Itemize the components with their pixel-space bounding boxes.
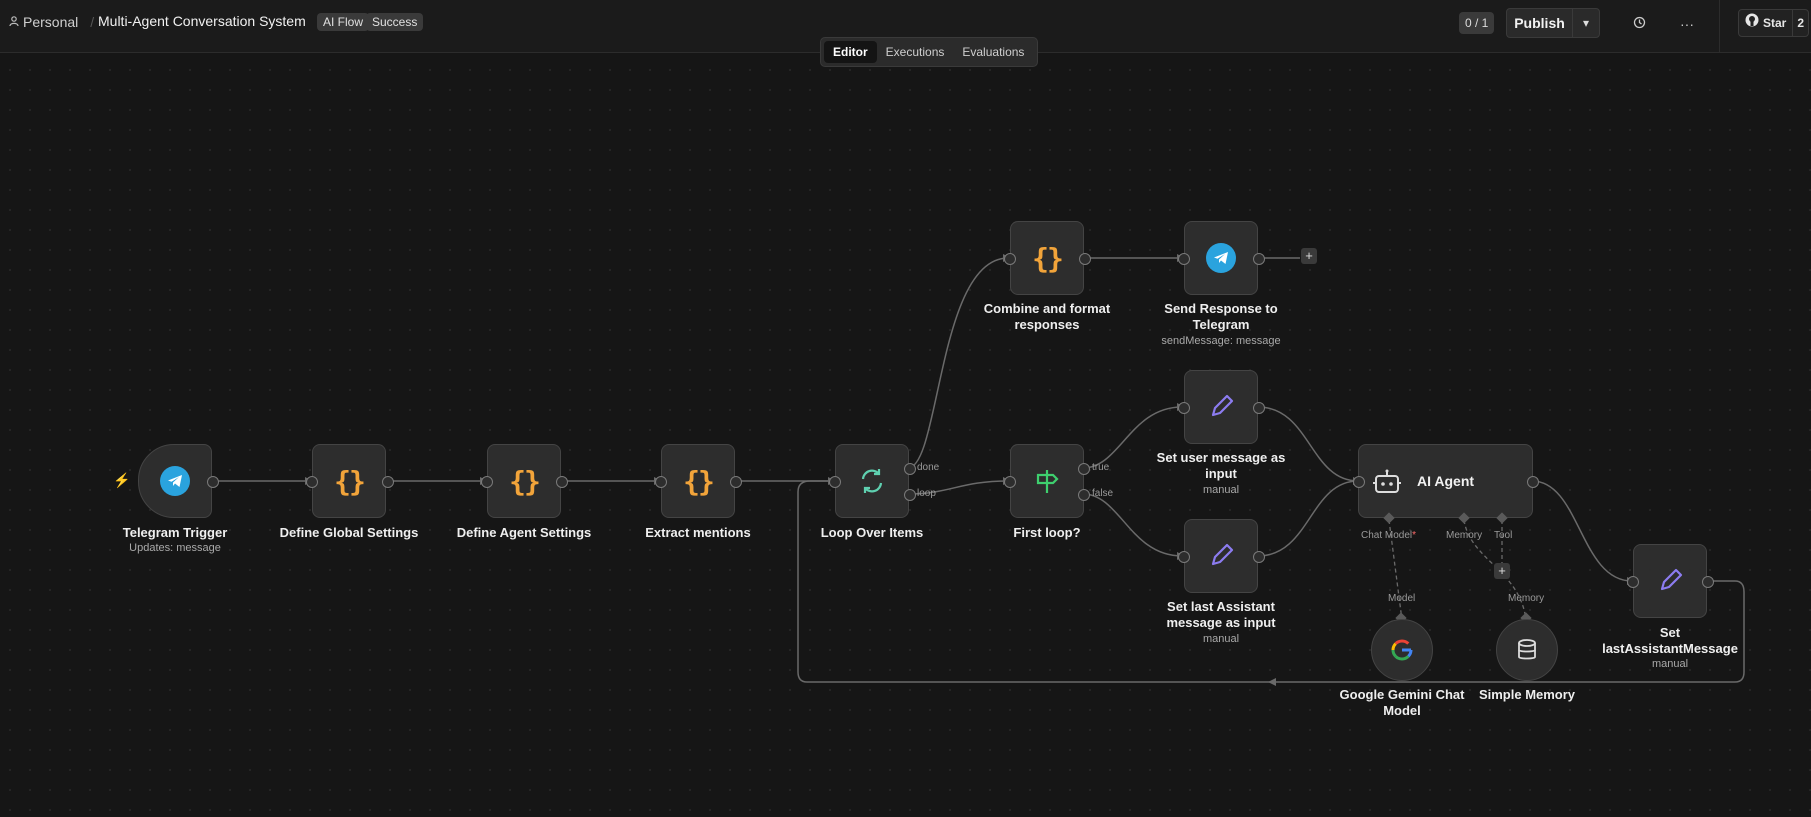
input-port[interactable] [1178,551,1190,563]
required-marker: * [1412,530,1417,541]
node-ai-agent[interactable]: AI Agent [1358,444,1533,518]
add-tool-button[interactable]: + [1494,563,1510,579]
node-subtitle: sendMessage: message [1161,335,1281,347]
loop-icon [836,445,908,517]
pen-icon [1185,371,1257,443]
code-braces-icon: {} [1032,241,1064,275]
node-label: Extract mentions [645,525,751,540]
pen-icon [1185,520,1257,592]
code-braces-icon: {} [334,464,366,498]
port-label-loop: loop [917,488,936,499]
telegram-icon [1206,243,1236,273]
node-label: Set user message as input [1156,450,1286,481]
input-port[interactable] [829,476,841,488]
output-port[interactable] [382,476,394,488]
node-label: Simple Memory [1478,687,1576,702]
port-label-true: true [1092,462,1110,473]
robot-icon [1373,469,1401,500]
input-port[interactable] [306,476,318,488]
node-subtitle: manual [1202,484,1240,496]
output-port[interactable] [1253,253,1265,265]
node-label: Set last Assistant message as input [1166,599,1276,630]
output-port[interactable] [730,476,742,488]
trigger-bolt-icon: ⚡ [113,472,131,488]
output-port-true[interactable] [1078,463,1090,475]
signpost-icon [1011,445,1083,517]
output-port[interactable] [207,476,219,488]
node-label: Define Global Settings [279,525,419,540]
port-label-chat-model: Chat Model* [1361,530,1417,541]
code-braces-icon: {} [509,464,541,498]
node-label: Set lastAssistantMessage [1602,625,1738,656]
output-port-done[interactable] [904,463,916,475]
google-g-icon [1372,620,1432,680]
output-port[interactable] [556,476,568,488]
output-port[interactable] [1253,402,1265,414]
port-label-false: false [1092,488,1114,499]
output-port[interactable] [1079,253,1091,265]
code-braces-icon: {} [683,464,715,498]
node-set-last-assistant-input[interactable] [1184,519,1258,593]
output-port-loop[interactable] [904,489,916,501]
input-port[interactable] [1178,402,1190,414]
port-label-tool: Tool [1494,530,1513,541]
output-port[interactable] [1527,476,1539,488]
node-set-last-assistant-message[interactable] [1633,544,1707,618]
node-label: Loop Over Items [820,525,924,540]
output-port-false[interactable] [1078,489,1090,501]
node-simple-memory[interactable] [1496,619,1558,681]
node-define-global-settings[interactable]: {} [312,444,386,518]
node-label: Telegram Trigger [122,525,228,540]
output-port[interactable] [1702,576,1714,588]
node-google-gemini-chat-model[interactable] [1371,619,1433,681]
output-port[interactable] [1253,551,1265,563]
input-port[interactable] [1353,476,1365,488]
telegram-icon [160,466,190,496]
input-port[interactable] [1627,576,1639,588]
port-label-model: Model [1388,593,1416,604]
node-first-loop[interactable] [1010,444,1084,518]
input-port[interactable] [481,476,493,488]
pen-icon [1634,545,1706,617]
port-label-memory-out: Memory [1508,593,1545,604]
node-subtitle: Updates: message [129,542,221,554]
node-subtitle: manual [1651,658,1689,670]
node-set-user-message[interactable] [1184,370,1258,444]
node-combine-format-responses[interactable]: {} [1010,221,1084,295]
port-label-done: done [917,462,940,473]
input-port[interactable] [655,476,667,488]
node-loop-over-items[interactable] [835,444,909,518]
node-subtitle: manual [1202,633,1240,645]
node-label: Define Agent Settings [456,525,592,540]
node-label: AI Agent [1417,473,1475,489]
node-label: Send Response to Telegram [1164,301,1278,332]
input-port[interactable] [1004,253,1016,265]
database-icon [1497,620,1557,680]
node-telegram-trigger[interactable] [138,444,212,518]
node-label: Combine and format responses [983,301,1111,332]
node-send-response-telegram[interactable] [1184,221,1258,295]
port-label-memory: Memory [1446,530,1483,541]
input-port[interactable] [1004,476,1016,488]
node-label: First loop? [1013,525,1081,540]
input-port[interactable] [1178,253,1190,265]
node-define-agent-settings[interactable]: {} [487,444,561,518]
node-extract-mentions[interactable]: {} [661,444,735,518]
add-node-button[interactable]: + [1301,248,1317,264]
